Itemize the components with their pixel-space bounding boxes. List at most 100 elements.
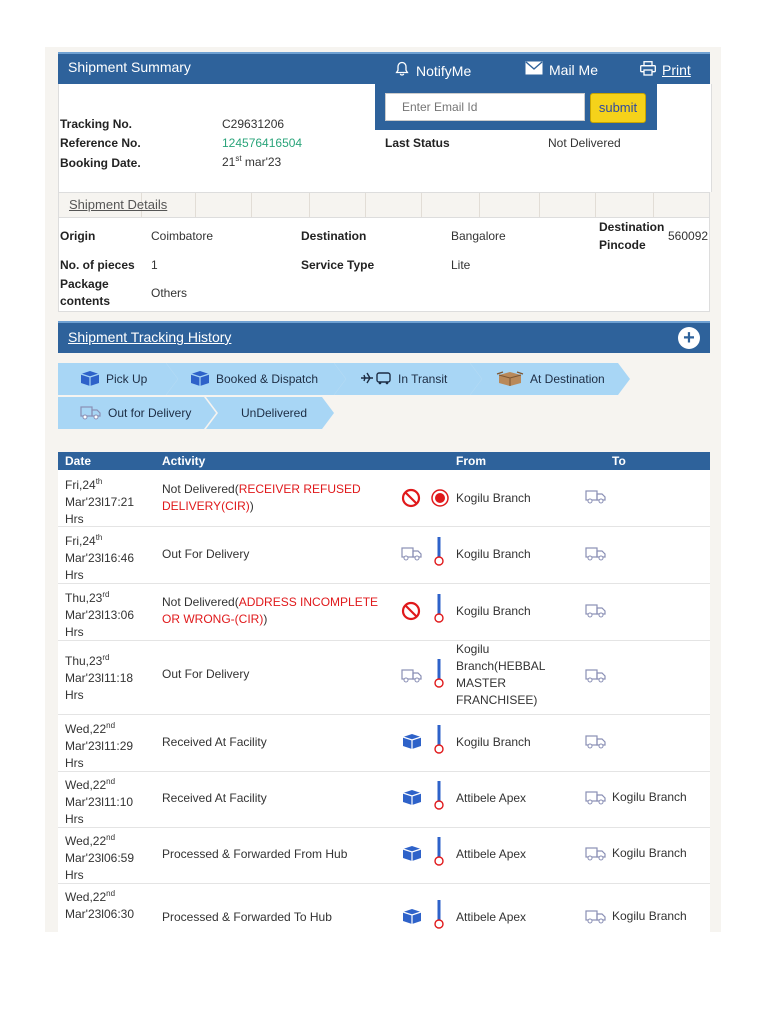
row-date: Thu,23rd Mar'23l11:18 Hrs <box>65 653 134 702</box>
row-activity: Processed & Forwarded From Hub <box>162 847 348 861</box>
mail-me-label: Mail Me <box>549 61 599 78</box>
step-label: Booked & Dispatch <box>216 372 319 386</box>
step-pick-up[interactable]: Pick Up <box>58 363 178 395</box>
notify-me-button[interactable]: NotifyMe <box>394 61 471 80</box>
table-row: Wed,22nd Mar'23l11:10 Hrs Received At Faci… <box>58 772 710 828</box>
progress-marker-icon <box>434 837 444 872</box>
step-out-for-delivery[interactable]: Out for Delivery <box>58 397 216 429</box>
row-date: Fri,24th Mar'23l17:21 Hrs <box>65 477 134 526</box>
booking-value: 21st mar'23 <box>222 154 282 169</box>
last-status-value: Not Delivered <box>548 136 621 150</box>
service-type-value: Lite <box>451 258 471 272</box>
shipment-summary-header: Shipment Summary NotifyMe Mail Me Print <box>58 52 710 84</box>
mail-me-button[interactable]: Mail Me <box>525 61 598 78</box>
package-icon <box>402 789 422 810</box>
row-from: Kogilu Branch <box>456 547 531 561</box>
step-booked-dispatch[interactable]: Booked & Dispatch <box>166 363 346 395</box>
booking-label: Booking Date. <box>60 156 141 170</box>
pieces-label: No. of pieces <box>60 258 135 272</box>
column-header-to: To <box>612 454 626 468</box>
column-header-date: Date <box>65 454 92 468</box>
row-activity: Received At Facility <box>162 735 267 749</box>
pincode-value: 560092 <box>668 229 709 243</box>
envelope-icon <box>525 61 543 78</box>
package-icon <box>80 370 100 389</box>
pincode-label-line2: Pincode <box>599 238 646 252</box>
package-icon <box>402 733 422 754</box>
open-box-icon <box>496 370 524 389</box>
delivery-truck-icon <box>585 602 607 623</box>
delivery-truck-icon <box>401 545 423 566</box>
print-button[interactable]: Print <box>640 61 691 79</box>
pieces-value: 1 <box>151 258 158 272</box>
submit-button[interactable]: submit <box>590 93 646 123</box>
row-date: Wed,22nd Mar'23l06:30 <box>65 889 134 921</box>
email-popup: submit <box>375 84 657 130</box>
progress-marker-icon <box>434 659 444 694</box>
history-table-body: Fri,24th Mar'23l17:21 Hrs Not Delivered(RE… <box>58 470 710 932</box>
progress-marker-icon <box>434 781 444 816</box>
column-header-from: From <box>456 454 486 468</box>
row-to: Kogilu Branch <box>612 909 687 923</box>
tracking-value: C29631206 <box>222 117 285 131</box>
print-label: Print <box>662 62 691 78</box>
step-label: In Transit <box>398 372 448 386</box>
row-date: Wed,22nd Mar'23l11:29 Hrs <box>65 721 134 770</box>
row-from: Attibele Apex <box>456 910 527 924</box>
row-activity: Out For Delivery <box>162 667 250 681</box>
step-in-transit[interactable]: In Transit <box>334 363 482 395</box>
printer-icon <box>640 61 656 79</box>
destination-label: Destination <box>301 229 367 243</box>
delivery-truck-icon <box>80 404 102 423</box>
prohibited-icon <box>401 601 421 626</box>
table-row: Fri,24th Mar'23l16:46 Hrs Out For Delivery… <box>58 527 710 584</box>
row-activity: Processed & Forwarded To Hub <box>162 910 332 924</box>
step-undelivered[interactable]: UnDelivered <box>206 397 334 429</box>
package-icon <box>402 845 422 866</box>
contents-label-line2: contents <box>60 294 111 308</box>
table-row: Wed,22nd Mar'23l06:30 Processed & Forward… <box>58 884 710 932</box>
step-label: Pick Up <box>106 372 148 386</box>
package-icon <box>190 370 210 389</box>
delivery-truck-icon <box>585 845 607 866</box>
row-from: Kogilu Branch <box>456 735 531 749</box>
red-target-icon <box>430 488 450 513</box>
destination-value: Bangalore <box>451 229 506 243</box>
column-header-activity: Activity <box>162 454 206 468</box>
service-type-label: Service Type <box>301 258 375 272</box>
tracking-history-title[interactable]: Shipment Tracking History <box>68 329 231 345</box>
row-activity: Not Delivered(RECEIVER REFUSED DELIVERY(… <box>162 482 361 513</box>
pincode-label-line1: Destination <box>599 220 665 234</box>
row-activity: Not Delivered(ADDRESS INCOMPLETE OR WRON… <box>162 595 379 626</box>
table-row: Thu,23rd Mar'23l11:18 Hrs Out For Delivery… <box>58 641 710 715</box>
delivery-truck-icon <box>585 667 607 688</box>
row-from: Attibele Apex <box>456 847 527 861</box>
email-input[interactable] <box>385 93 585 121</box>
step-at-destination[interactable]: At Destination <box>470 363 630 395</box>
row-date: Wed,22nd Mar'23l06:59 Hrs <box>65 833 134 882</box>
row-from: Attibele Apex <box>456 791 527 805</box>
expand-plus-icon[interactable]: + <box>678 327 700 349</box>
package-icon <box>402 908 422 929</box>
shipment-details-title[interactable]: Shipment Details <box>69 197 167 212</box>
tracking-history-header: Shipment Tracking History + <box>58 321 710 353</box>
progress-marker-icon <box>434 725 444 760</box>
reference-value[interactable]: 124576416504 <box>222 136 302 150</box>
delivery-truck-icon <box>585 545 607 566</box>
plane-bus-icon <box>360 371 392 388</box>
step-label: Out for Delivery <box>108 406 192 420</box>
row-from: Kogilu Branch <box>456 491 531 505</box>
step-label: UnDelivered <box>241 406 308 420</box>
table-row: Wed,22nd Mar'23l06:59 Hrs Processed & Forw… <box>58 828 710 884</box>
tracking-label: Tracking No. <box>60 117 133 131</box>
row-date: Thu,23rd Mar'23l13:06 Hrs <box>65 590 134 639</box>
delivery-truck-icon <box>401 667 423 688</box>
origin-label: Origin <box>60 229 96 243</box>
row-to: Kogilu Branch <box>612 790 687 804</box>
table-row: Fri,24th Mar'23l17:21 Hrs Not Delivered(RE… <box>58 470 710 527</box>
history-table-header: Date Activity From To <box>58 452 710 470</box>
row-activity: Out For Delivery <box>162 547 250 561</box>
row-activity: Received At Facility <box>162 791 267 805</box>
step-label: At Destination <box>530 372 605 386</box>
progress-marker-icon <box>434 900 444 935</box>
